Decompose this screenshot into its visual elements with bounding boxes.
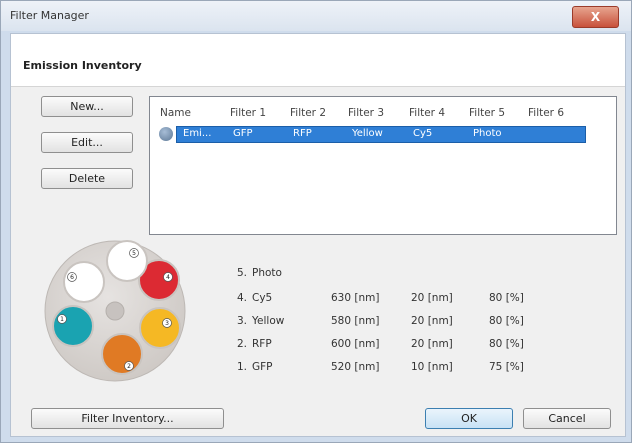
slot-label-4: 4	[166, 274, 170, 281]
row-cell-filter-1: GFP	[233, 128, 253, 139]
filter-slot-2	[101, 333, 143, 375]
filter-transmission: 80 [%]	[489, 315, 524, 327]
filter-bandwidth: 20 [nm]	[411, 315, 453, 327]
filter-bandwidth: 20 [nm]	[411, 292, 453, 304]
filter-name: Photo	[252, 267, 282, 279]
filter-slot-5	[106, 240, 148, 282]
delete-button-label: Delete	[68, 172, 106, 185]
filter-transmission: 75 [%]	[489, 361, 524, 373]
filter-index: 4.	[237, 292, 248, 304]
delete-button[interactable]: Delete	[41, 168, 133, 189]
close-icon: X	[590, 10, 601, 24]
ok-button[interactable]: OK	[425, 408, 513, 429]
filter-wavelength: 630 [nm]	[331, 292, 380, 304]
filter-name: Cy5	[252, 292, 273, 304]
slot-label-1: 1	[60, 316, 64, 323]
row-cell-name: Emi...	[183, 128, 212, 139]
edit-button[interactable]: Edit...	[41, 132, 133, 153]
filter-bandwidth: 10 [nm]	[411, 361, 453, 373]
column-header-filter-6[interactable]: Filter 6	[528, 107, 564, 119]
new-button[interactable]: New...	[41, 96, 133, 117]
filter-inventory-button[interactable]: Filter Inventory...	[31, 408, 224, 429]
dialog-client-area: Emission Inventory New... Edit... Delete…	[10, 33, 626, 437]
emission-inventory-list[interactable]: Name Filter 1 Filter 2 Filter 3 Filter 4…	[149, 96, 617, 235]
column-header-filter-3[interactable]: Filter 3	[348, 107, 384, 119]
title-bar[interactable]: Filter Manager X	[1, 1, 631, 31]
filter-wavelength: 600 [nm]	[331, 338, 380, 350]
filter-index: 1.	[237, 361, 248, 373]
slot-label-2: 2	[127, 363, 131, 370]
cancel-button-label: Cancel	[548, 412, 586, 425]
filter-index: 2.	[237, 338, 248, 350]
filter-name: GFP	[252, 361, 273, 373]
filter-bandwidth: 20 [nm]	[411, 338, 453, 350]
ok-button-label: OK	[461, 412, 477, 425]
column-header-name[interactable]: Name	[160, 107, 191, 119]
filter-wavelength: 520 [nm]	[331, 361, 380, 373]
filter-index: 3.	[237, 315, 248, 327]
slot-label-5: 5	[132, 250, 136, 257]
table-row-selected[interactable]: Emi... GFP RFP Yellow Cy5 Photo	[176, 126, 586, 143]
filter-name: Yellow	[252, 315, 285, 327]
window-title: Filter Manager	[10, 9, 89, 22]
row-status-icon	[159, 127, 173, 141]
column-header-filter-5[interactable]: Filter 5	[469, 107, 505, 119]
row-cell-filter-5: Photo	[473, 128, 502, 139]
filter-slot-6	[63, 261, 105, 303]
column-header-filter-4[interactable]: Filter 4	[409, 107, 445, 119]
filter-name: RFP	[252, 338, 272, 350]
close-button[interactable]: X	[572, 6, 619, 28]
filter-slot-3	[139, 307, 181, 349]
slot-label-3: 3	[165, 320, 169, 327]
filter-manager-window: Filter Manager X Emission Inventory New.…	[0, 0, 632, 443]
row-cell-filter-2: RFP	[293, 128, 312, 139]
filter-slot-1	[52, 305, 94, 347]
filter-wheel-diagram: 1 2 3 4 5 6	[44, 240, 186, 382]
filter-transmission: 80 [%]	[489, 338, 524, 350]
filter-inventory-button-label: Filter Inventory...	[81, 412, 174, 425]
filter-wheel-hub	[105, 301, 125, 321]
filter-index: 5.	[237, 267, 248, 279]
edit-button-label: Edit...	[71, 136, 103, 149]
filter-transmission: 80 [%]	[489, 292, 524, 304]
row-cell-filter-3: Yellow	[352, 128, 383, 139]
new-button-label: New...	[70, 100, 104, 113]
section-title: Emission Inventory	[23, 59, 142, 72]
slot-label-6: 6	[70, 274, 74, 281]
cancel-button[interactable]: Cancel	[523, 408, 611, 429]
column-header-filter-2[interactable]: Filter 2	[290, 107, 326, 119]
column-header-filter-1[interactable]: Filter 1	[230, 107, 266, 119]
filter-wavelength: 580 [nm]	[331, 315, 380, 327]
section-header: Emission Inventory	[11, 34, 625, 87]
row-cell-filter-4: Cy5	[413, 128, 433, 139]
